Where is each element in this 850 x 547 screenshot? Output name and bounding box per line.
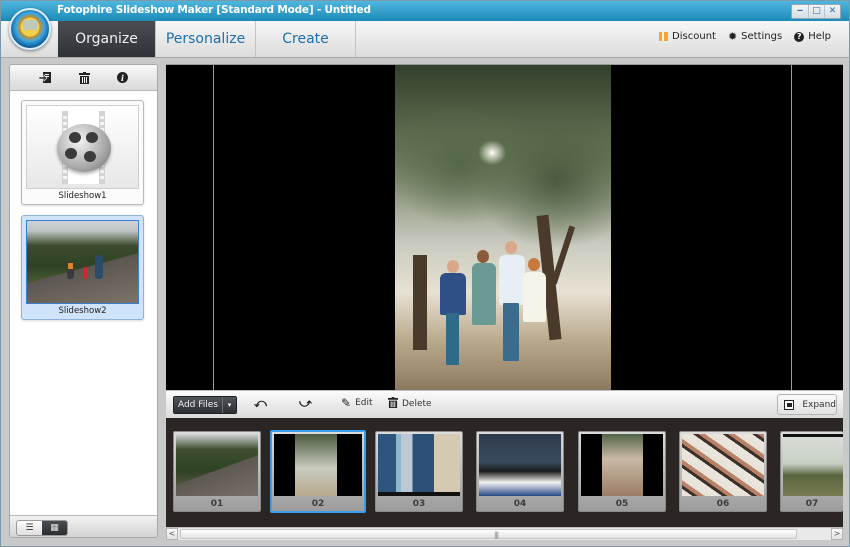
safe-area-line-left [213,65,214,391]
slide-number: 06 [716,499,730,509]
add-files-dropdown[interactable]: ▾ [222,397,236,413]
delete-button[interactable]: Delete [388,397,432,410]
main-nav: Organize Personalize Create Discount ✹ S… [1,21,849,58]
slide-number: 05 [615,499,629,509]
file-toolbar: Add Files ▾ ⤺ ⤻ ✎ Edit Delete Expand [166,390,843,418]
panel-footer: ☰ ▦ [10,515,157,537]
person-head [447,260,459,273]
person-head [528,258,540,271]
scroll-right-button[interactable]: > [831,528,843,540]
slide-number: 02 [311,499,325,509]
film-reel-thumbnail [26,105,139,189]
slide-image [378,434,460,496]
safe-area-line-right [791,65,792,391]
person [523,272,546,322]
slide-thumbnail-selected[interactable]: 02 [270,430,366,513]
person [472,263,496,325]
help-link[interactable]: ? Help [794,31,831,42]
help-icon: ? [794,31,805,42]
expand-label: Expand [802,399,836,410]
rotate-right-icon: ⤻ [299,396,312,410]
tab-organize[interactable]: Organize [58,21,156,57]
window-controls: ‒ □ ✕ [791,4,841,19]
rotate-right-button[interactable]: ⤻ [299,397,312,409]
slide-number: 07 [805,499,819,509]
window-title: Fotophire Slideshow Maker [Standard Mode… [57,4,371,16]
top-right-links: Discount ✹ Settings ? Help [659,31,831,42]
add-files-control: Add Files ▾ [173,396,237,414]
title-bar: Fotophire Slideshow Maker [Standard Mode… [1,1,849,21]
film-reel-icon [57,124,111,172]
trash-icon [388,397,398,410]
person-head [505,241,517,254]
slide-thumbnail[interactable]: 07 [780,431,843,512]
slideshow-toolbar: i [10,65,157,91]
add-files-button[interactable]: Add Files [174,397,222,413]
expand-icon [784,399,795,410]
slideshow-label: Slideshow1 [58,191,107,201]
slide-number: 04 [513,499,527,509]
slide-thumbnail[interactable]: 04 [476,431,564,512]
slide-image [274,434,362,496]
trash-icon[interactable] [78,71,91,84]
discount-label: Discount [672,31,716,42]
slideshow-item-2[interactable]: Slideshow2 [21,215,144,320]
person [440,273,466,315]
rotate-left-button[interactable]: ⤺ [254,397,267,409]
tab-create[interactable]: Create [256,21,356,57]
info-icon[interactable]: i [117,72,128,83]
close-button[interactable]: ✕ [824,5,840,18]
maximize-button[interactable]: □ [808,5,824,18]
preview-photo [395,65,611,390]
discount-link[interactable]: Discount [659,31,716,42]
edit-label: Edit [355,398,373,408]
app-window: Fotophire Slideshow Maker [Standard Mode… [0,0,850,547]
slide-thumbnail[interactable]: 06 [679,431,767,512]
person [499,255,525,305]
import-icon[interactable] [39,71,52,84]
scroll-left-button[interactable]: < [166,528,178,540]
slide-thumbnail[interactable]: 01 [173,431,261,512]
slideshow-label: Slideshow2 [58,306,107,316]
help-label: Help [808,31,831,42]
rotate-left-icon: ⤺ [254,396,267,410]
forest-path-thumbnail [26,220,139,304]
slide-number: 01 [210,499,224,509]
settings-link[interactable]: ✹ Settings [728,31,782,42]
slideshow-panel: i Slideshow1 Slideshow2 ☰ ▦ [9,64,158,538]
slide-image [176,434,258,496]
slide-image [783,434,843,496]
pencil-icon: ✎ [341,396,352,410]
slide-timeline: 01 02 03 04 05 06 07 [166,418,843,527]
app-logo-icon[interactable] [9,8,51,50]
slide-image [581,434,663,496]
scroll-thumb[interactable]: ||| [180,529,797,539]
slide-thumbnail[interactable]: 05 [578,431,666,512]
timeline-scrollbar[interactable]: < ||| > [166,527,843,540]
slide-image [479,434,561,496]
edit-button[interactable]: ✎ Edit [341,397,373,409]
list-view-button[interactable]: ☰ [17,521,42,535]
tab-personalize[interactable]: Personalize [156,21,256,57]
delete-label: Delete [402,398,432,409]
minimize-button[interactable]: ‒ [792,5,808,18]
slideshow-item-1[interactable]: Slideshow1 [21,100,144,205]
view-toggle: ☰ ▦ [16,520,68,536]
scroll-grip-icon: ||| [494,531,499,539]
gift-icon [659,32,669,41]
slide-thumbnail[interactable]: 03 [375,431,463,512]
expand-button[interactable]: Expand [777,394,837,415]
slide-image [682,434,764,496]
preview-area [166,64,843,391]
gear-icon: ✹ [727,30,738,43]
settings-label: Settings [741,31,783,42]
grid-view-button[interactable]: ▦ [42,521,67,535]
person-head [477,250,489,263]
slide-number: 03 [412,499,426,509]
